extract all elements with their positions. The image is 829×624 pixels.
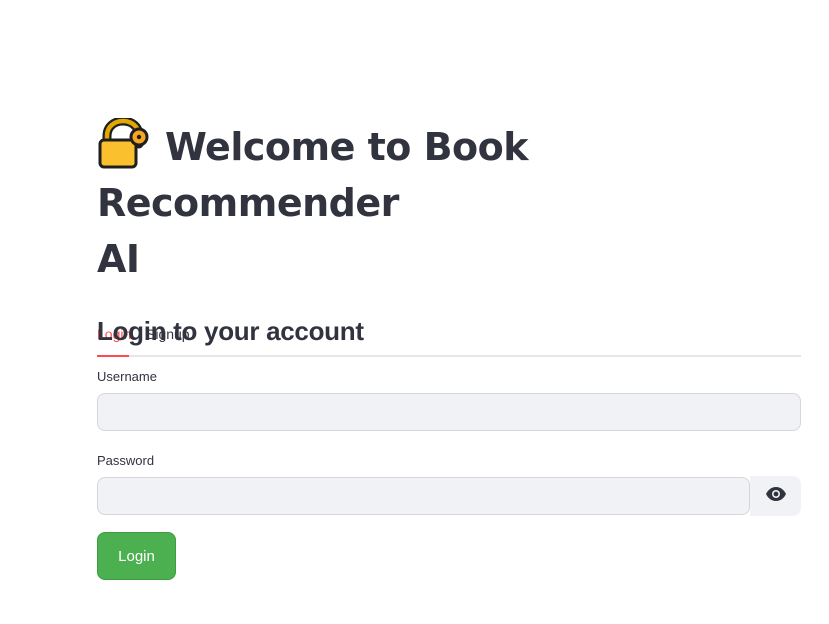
active-tab-indicator — [97, 355, 129, 357]
lock-icon — [97, 116, 151, 170]
title-text-line2: AI — [97, 237, 140, 281]
form-heading: Login to your account — [97, 316, 364, 346]
password-label: Password — [97, 453, 155, 468]
password-input[interactable] — [97, 477, 750, 515]
login-button[interactable]: Login — [97, 532, 176, 580]
username-input[interactable] — [97, 393, 801, 431]
title-text-line1: Welcome to Book Recommender — [97, 125, 529, 225]
username-label: Username — [97, 369, 157, 384]
app-page: Welcome to Book Recommender AI Login Sig… — [0, 0, 829, 624]
eye-icon — [765, 486, 786, 506]
show-password-button[interactable] — [750, 476, 801, 516]
page-title: Welcome to Book Recommender AI — [97, 116, 801, 287]
